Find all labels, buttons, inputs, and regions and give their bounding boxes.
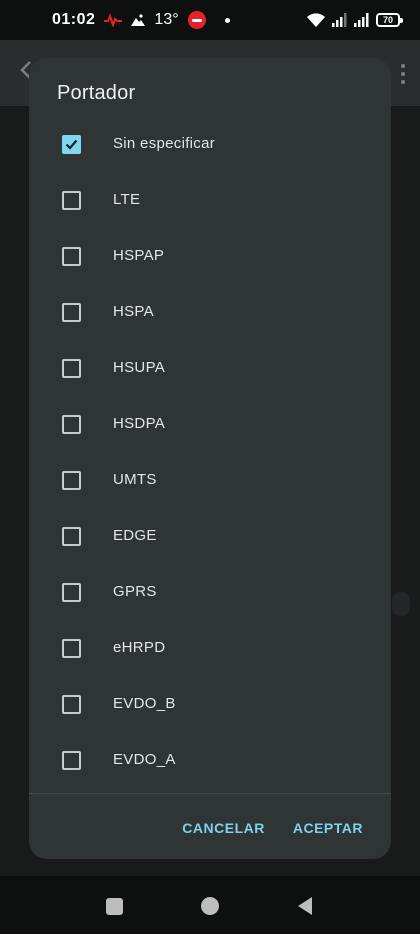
checkbox[interactable] bbox=[62, 247, 81, 266]
home-circle-icon[interactable] bbox=[201, 897, 219, 915]
option-row[interactable]: eHRPD bbox=[29, 620, 391, 676]
signal-icon bbox=[354, 13, 369, 27]
option-row[interactable]: Sin especificar bbox=[29, 116, 391, 172]
recents-square-icon[interactable] bbox=[106, 898, 123, 915]
signal-icon bbox=[332, 13, 347, 27]
temperature: 13° bbox=[154, 11, 179, 28]
mountain-icon bbox=[131, 14, 146, 26]
option-row[interactable]: EVDO_A bbox=[29, 732, 391, 788]
pulse-icon bbox=[104, 13, 123, 27]
battery-icon: 70 bbox=[376, 13, 403, 27]
background-scroll-knob bbox=[392, 592, 410, 616]
status-right: 70 bbox=[306, 12, 403, 28]
checkbox[interactable] bbox=[62, 527, 81, 546]
option-row[interactable]: GPRS bbox=[29, 564, 391, 620]
checkbox[interactable] bbox=[62, 583, 81, 602]
option-row[interactable]: EDGE bbox=[29, 508, 391, 564]
option-label: HSUPA bbox=[113, 359, 166, 376]
option-label: LTE bbox=[113, 191, 141, 208]
option-row[interactable]: LTE bbox=[29, 172, 391, 228]
option-label: UMTS bbox=[113, 471, 157, 488]
option-label: GPRS bbox=[113, 583, 157, 600]
more-vert-icon bbox=[401, 64, 405, 84]
option-row[interactable]: HSDPA bbox=[29, 396, 391, 452]
option-label: eHRPD bbox=[113, 639, 166, 656]
navigation-bar bbox=[0, 876, 420, 934]
option-list: Sin especificar LTE HSPAP HSPA HSUPA HSDPA UMT… bbox=[29, 116, 391, 788]
check-icon bbox=[65, 139, 78, 150]
option-label: HSPA bbox=[113, 303, 154, 320]
status-left: 01:02 13° bbox=[52, 11, 230, 29]
option-row[interactable]: HSUPA bbox=[29, 340, 391, 396]
dialog-actions: CANCELAR ACEPTAR bbox=[182, 820, 363, 836]
wifi-icon bbox=[307, 13, 325, 27]
option-label: HSPAP bbox=[113, 247, 165, 264]
checkbox[interactable] bbox=[62, 751, 81, 770]
checkbox[interactable] bbox=[62, 191, 81, 210]
checkbox[interactable] bbox=[62, 359, 81, 378]
cancel-button[interactable]: CANCELAR bbox=[182, 820, 265, 836]
status-bar: 01:02 13° 70 bbox=[0, 0, 420, 40]
accept-button[interactable]: ACEPTAR bbox=[293, 820, 363, 836]
checkbox[interactable] bbox=[62, 695, 81, 714]
option-label: EVDO_B bbox=[113, 695, 176, 712]
option-row[interactable]: HSPA bbox=[29, 284, 391, 340]
status-time: 01:02 bbox=[52, 11, 96, 28]
option-row[interactable]: UMTS bbox=[29, 452, 391, 508]
option-label: Sin especificar bbox=[113, 135, 216, 152]
dialog-title: Portador bbox=[57, 82, 136, 104]
checkbox[interactable] bbox=[62, 415, 81, 434]
bearer-dialog: Portador Sin especificar LTE HSPAP HSPA HSUP… bbox=[29, 58, 391, 859]
checkbox[interactable] bbox=[62, 639, 81, 658]
option-label: EVDO_A bbox=[113, 751, 176, 768]
dot-icon bbox=[224, 17, 230, 23]
app-badge-icon bbox=[187, 11, 206, 29]
back-triangle-icon[interactable] bbox=[296, 896, 314, 916]
option-label: EDGE bbox=[113, 527, 157, 544]
option-row[interactable]: EVDO_B bbox=[29, 676, 391, 732]
option-row[interactable]: HSPAP bbox=[29, 228, 391, 284]
option-label: HSDPA bbox=[113, 415, 166, 432]
dialog-divider bbox=[29, 793, 391, 794]
checkbox-checked[interactable] bbox=[62, 135, 81, 154]
checkbox[interactable] bbox=[62, 303, 81, 322]
checkbox[interactable] bbox=[62, 471, 81, 490]
